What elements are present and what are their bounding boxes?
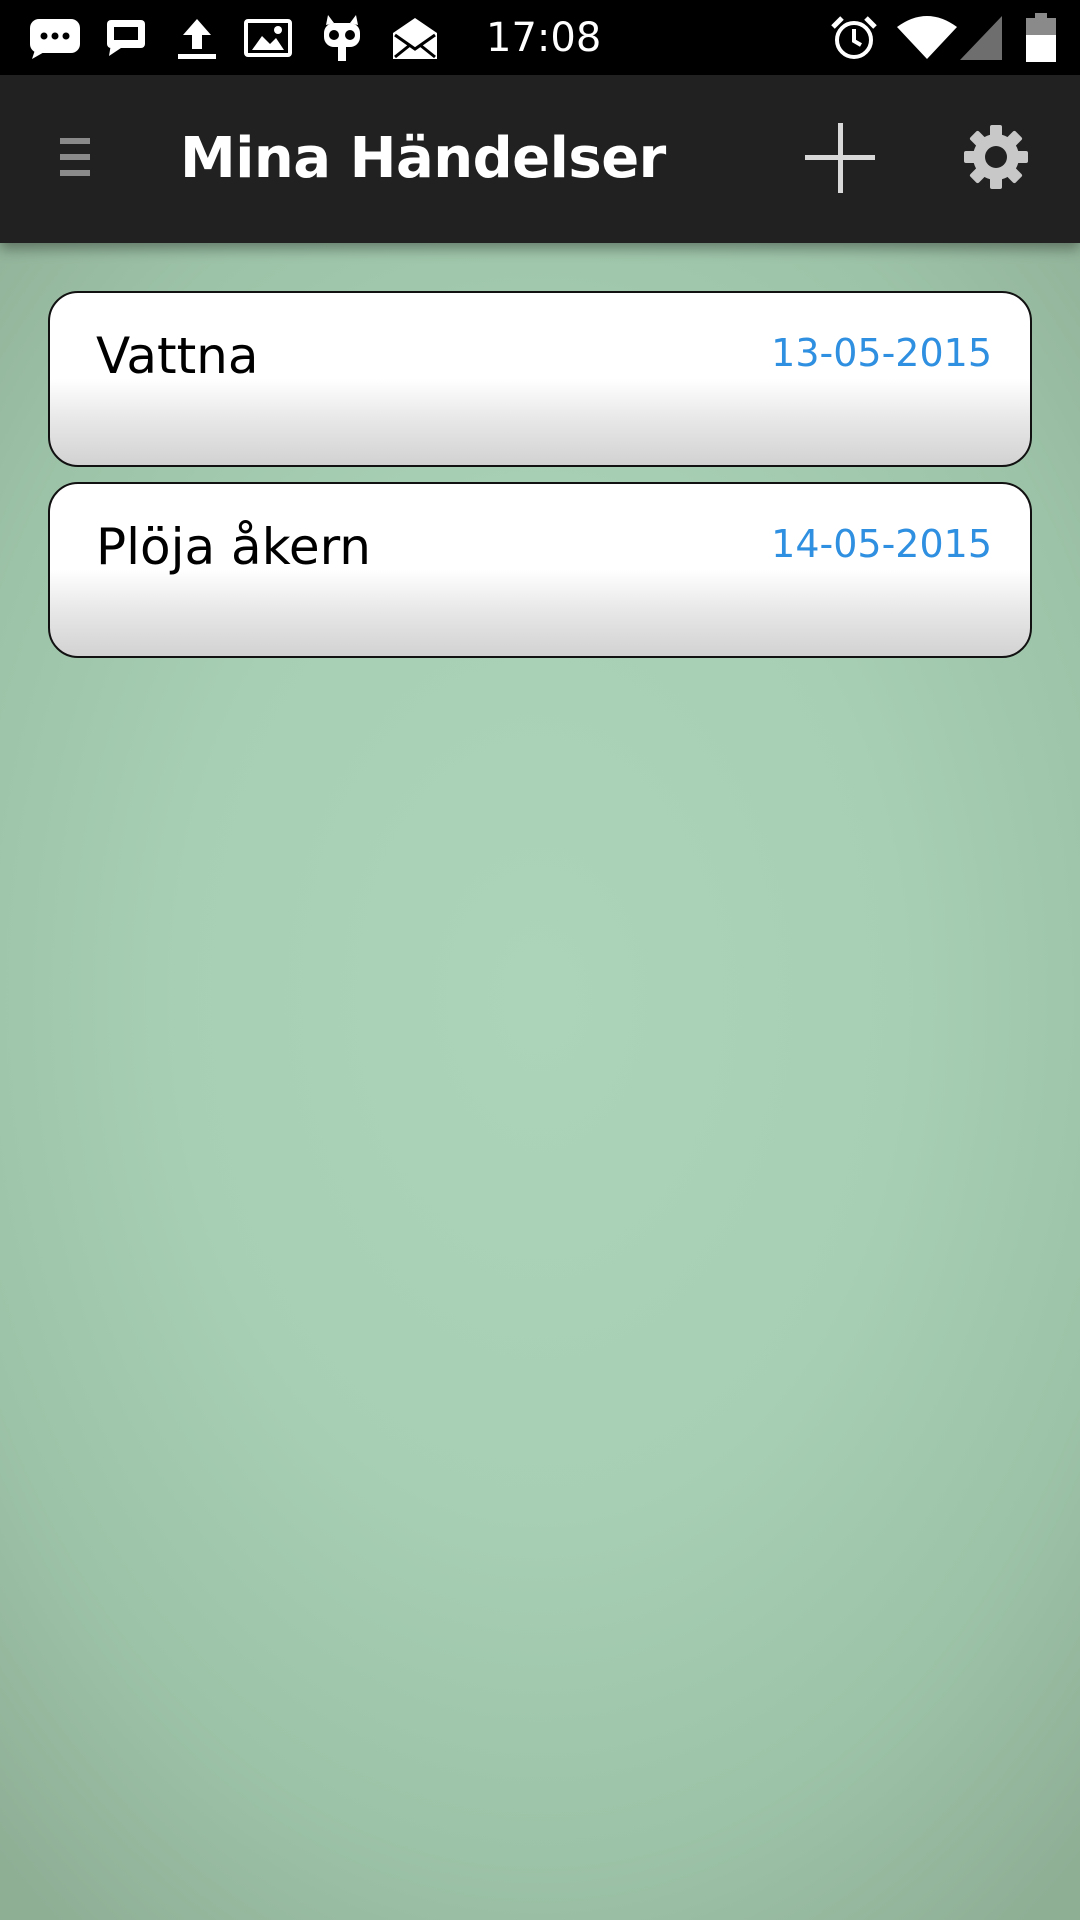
image-icon bbox=[244, 12, 292, 64]
battery-icon bbox=[1024, 12, 1058, 64]
screen: 17:08 Mina Händelser Vattna 13-05-2015 P… bbox=[0, 0, 1080, 1920]
event-date: 14-05-2015 bbox=[771, 522, 992, 566]
open-mail-icon bbox=[390, 12, 440, 64]
event-title: Plöja åkern bbox=[96, 518, 371, 576]
chat-bubble-icon bbox=[28, 12, 82, 64]
event-item[interactable]: Plöja åkern 14-05-2015 bbox=[48, 482, 1032, 658]
menu-icon bbox=[58, 134, 92, 184]
page-title: Mina Händelser bbox=[180, 126, 666, 191]
add-event-button[interactable] bbox=[800, 120, 880, 200]
event-item[interactable]: Vattna 13-05-2015 bbox=[48, 291, 1032, 467]
event-date: 13-05-2015 bbox=[771, 331, 992, 375]
wifi-icon bbox=[896, 12, 958, 64]
upload-icon bbox=[174, 12, 220, 64]
message-icon bbox=[104, 12, 148, 64]
status-time: 17:08 bbox=[486, 15, 602, 61]
cell-signal-icon bbox=[960, 12, 1002, 64]
gear-icon bbox=[963, 124, 1029, 194]
cyanogen-mascot-icon bbox=[320, 12, 364, 64]
settings-button[interactable] bbox=[956, 119, 1036, 199]
app-bar: Mina Händelser bbox=[0, 75, 1080, 243]
event-title: Vattna bbox=[96, 327, 259, 385]
menu-button[interactable] bbox=[40, 123, 110, 195]
event-list: Vattna 13-05-2015 Plöja åkern 14-05-2015 bbox=[48, 291, 1032, 673]
plus-icon bbox=[803, 121, 877, 199]
status-bar: 17:08 bbox=[0, 0, 1080, 75]
alarm-icon bbox=[830, 12, 878, 64]
